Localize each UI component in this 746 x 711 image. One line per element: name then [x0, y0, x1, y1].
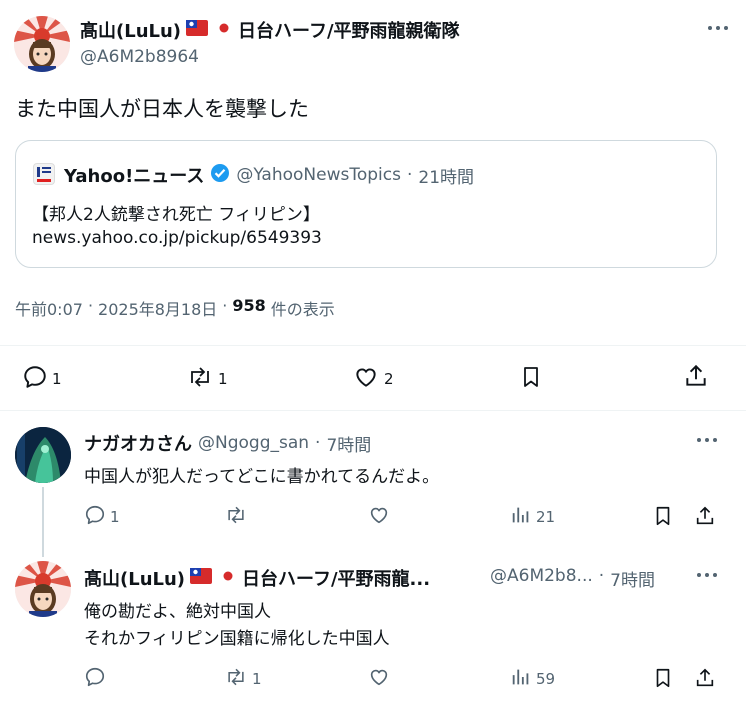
views-label: 件の表示: [270, 300, 335, 319]
more-icon[interactable]: [694, 430, 720, 450]
avatar[interactable]: [14, 16, 70, 72]
repost-count: 1: [252, 670, 262, 688]
views-button[interactable]: 59: [510, 666, 555, 692]
reply-time[interactable]: 7時間: [610, 566, 655, 591]
post-time[interactable]: 午前0:07: [15, 296, 83, 320]
like-icon: [352, 364, 380, 394]
share-icon: [694, 504, 716, 532]
more-icon[interactable]: [705, 18, 731, 38]
quote-headline: 【邦人2人銃撃され死亡 フィリピン】: [32, 205, 320, 225]
views-button[interactable]: 21: [510, 504, 555, 530]
post-text: また中国人が日本人を襲撃した: [15, 97, 309, 121]
japan-flag-icon: [217, 568, 240, 588]
reply-count: 1: [110, 508, 120, 526]
bookmark-button[interactable]: [652, 504, 674, 532]
taiwan-flag-icon: [186, 20, 209, 40]
quote-source-name[interactable]: Yahoo!ニュース: [64, 162, 204, 188]
display-name-suffix[interactable]: 日台ハーフ/平野雨龍親衛隊: [238, 17, 460, 43]
display-name[interactable]: 髙山(LuLu): [84, 565, 185, 591]
display-name-suffix[interactable]: 日台ハーフ/平野雨龍...: [242, 565, 430, 591]
handle[interactable]: @A6M2b8...: [490, 566, 593, 591]
avatar[interactable]: [15, 427, 71, 483]
taiwan-flag-icon: [190, 568, 213, 588]
reply-time[interactable]: 7時間: [326, 431, 371, 456]
bookmark-icon: [652, 504, 674, 532]
reply-text-line: 俺の勘だよ、絶対中国人: [84, 602, 271, 622]
like-icon: [367, 504, 391, 530]
repost-count: 1: [218, 370, 228, 388]
quote-time[interactable]: 21時間: [418, 163, 474, 188]
bookmark-icon: [652, 666, 674, 694]
views-icon: [510, 504, 532, 530]
repost-icon: [224, 666, 248, 692]
like-button[interactable]: [367, 666, 395, 692]
reply-button[interactable]: [84, 666, 110, 692]
divider: [0, 345, 746, 346]
divider: [0, 410, 746, 411]
display-name[interactable]: 髙山(LuLu): [80, 17, 181, 43]
yahoo-news-logo: [33, 163, 55, 185]
japan-flag-icon: [213, 20, 236, 40]
display-name[interactable]: ナガオカさん: [84, 430, 192, 456]
meta-separator: ·: [87, 296, 94, 315]
quoted-post-card[interactable]: Yahoo!ニュース @YahooNewsTopics · 21時間 【邦人2人…: [15, 140, 717, 268]
reply-icon: [22, 364, 48, 394]
share-button[interactable]: [683, 363, 709, 393]
share-button[interactable]: [694, 504, 716, 532]
thread-line: [42, 487, 44, 557]
reply-button[interactable]: 1: [84, 504, 120, 530]
views-icon: [510, 666, 532, 692]
time-separator: ·: [598, 566, 605, 586]
repost-button[interactable]: 1: [224, 666, 262, 692]
bookmark-button[interactable]: [652, 666, 674, 694]
like-count: 2: [384, 370, 394, 388]
share-icon: [694, 666, 716, 694]
time-separator: ·: [315, 433, 321, 453]
reply-icon: [84, 504, 106, 530]
reply-icon: [84, 666, 106, 692]
repost-icon: [186, 364, 214, 394]
post-date[interactable]: 2025年8月18日: [98, 296, 217, 320]
repost-button[interactable]: 1: [186, 364, 228, 394]
share-button[interactable]: [694, 666, 716, 694]
quote-link[interactable]: news.yahoo.co.jp/pickup/6549393: [32, 228, 322, 248]
reply-text-line: それかフィリピン国籍に帰化した中国人: [84, 629, 390, 649]
views-count: 59: [536, 670, 556, 688]
reply-text: 中国人が犯人だってどこに書かれてるんだよ。: [84, 467, 440, 487]
verified-badge-icon: [210, 163, 230, 187]
like-icon: [367, 666, 391, 692]
more-icon[interactable]: [694, 565, 720, 585]
quote-handle[interactable]: @YahooNewsTopics: [236, 165, 401, 185]
meta-separator: ·: [222, 296, 228, 315]
handle[interactable]: @Ngogg_san: [198, 433, 309, 453]
repost-button[interactable]: [224, 504, 252, 530]
like-button[interactable]: 2: [352, 364, 394, 394]
repost-icon: [224, 504, 248, 530]
handle[interactable]: @A6M2b8964: [80, 47, 199, 67]
views-count: 21: [536, 508, 556, 526]
reply-count: 1: [52, 370, 62, 388]
avatar[interactable]: [15, 561, 71, 617]
like-button[interactable]: [367, 504, 395, 530]
views-count: 958: [232, 296, 266, 315]
bookmark-icon: [519, 364, 543, 394]
quote-separator: ·: [406, 165, 413, 185]
share-icon: [683, 363, 709, 393]
reply-button[interactable]: 1: [22, 364, 62, 394]
bookmark-button[interactable]: [519, 364, 543, 394]
